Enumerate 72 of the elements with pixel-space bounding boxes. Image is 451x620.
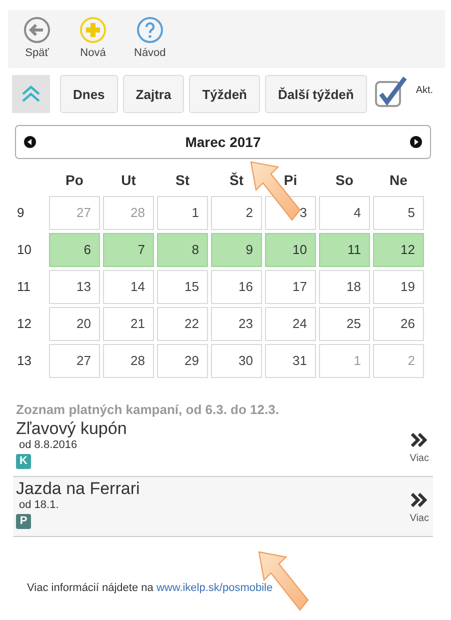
- section-heading: Zoznam platných kampaní, od 6.3. do 12.3.: [16, 402, 280, 417]
- double-chevron-up-icon: [21, 85, 41, 103]
- day-cell[interactable]: 21: [103, 307, 154, 341]
- more-link[interactable]: Viac: [410, 513, 429, 524]
- day-cell[interactable]: 16: [211, 270, 262, 304]
- day-cell[interactable]: 25: [319, 307, 370, 341]
- weekday-label: Ut: [120, 171, 137, 190]
- month-title: Marec 2017: [185, 134, 261, 150]
- back-button[interactable]: Späť: [20, 10, 54, 68]
- date-range-button[interactable]: Dnes: [60, 75, 118, 113]
- day-cell[interactable]: 17: [265, 270, 316, 304]
- day-cell[interactable]: 19: [373, 270, 424, 304]
- footer-text: Viac informácií nájdete na www.ikelp.sk/posmobile: [27, 582, 273, 594]
- day-cell[interactable]: 9: [211, 233, 262, 267]
- day-cell[interactable]: 27: [49, 344, 100, 378]
- week-number: 12: [16, 315, 32, 333]
- day-cell[interactable]: 10: [265, 233, 316, 267]
- type-badge: P: [16, 514, 31, 529]
- week-number: 11: [16, 278, 32, 296]
- day-cell[interactable]: 4: [319, 196, 370, 230]
- day-cell[interactable]: 31: [265, 344, 316, 378]
- previous-month-icon[interactable]: [24, 136, 36, 148]
- campaign-title: Zľavový kupón: [16, 419, 127, 439]
- date-range-button[interactable]: Ďalší týždeň: [265, 75, 367, 113]
- day-cell[interactable]: 18: [319, 270, 370, 304]
- campaign-validity: od 18.1.: [19, 499, 59, 511]
- date-range-button[interactable]: Týždeň: [189, 75, 260, 113]
- day-cell[interactable]: 14: [103, 270, 154, 304]
- weekday-label: Po: [64, 171, 84, 190]
- day-cell[interactable]: 8: [157, 233, 208, 267]
- day-cell[interactable]: 23: [211, 307, 262, 341]
- day-cell[interactable]: 15: [157, 270, 208, 304]
- weekday-label: Pi: [282, 171, 298, 190]
- new-button[interactable]: Nová: [76, 10, 110, 68]
- week-number: 9: [16, 204, 26, 222]
- checkbox-label: Akt.: [416, 85, 434, 96]
- day-cell[interactable]: 28: [103, 344, 154, 378]
- active-checkbox[interactable]: [374, 75, 407, 107]
- help-button[interactable]: Návod: [132, 10, 168, 68]
- day-cell[interactable]: 26: [373, 307, 424, 341]
- day-cell[interactable]: 13: [49, 270, 100, 304]
- next-month-icon[interactable]: [410, 136, 422, 148]
- day-cell[interactable]: 6: [49, 233, 100, 267]
- day-cell[interactable]: 7: [103, 233, 154, 267]
- campaign-row[interactable]: Jazda na Ferrari od 18.1. P Viac: [13, 477, 433, 537]
- week-number: 13: [16, 352, 32, 370]
- weekday-label: Št: [228, 171, 244, 190]
- back-icon: [23, 16, 51, 44]
- day-cell[interactable]: 12: [373, 233, 424, 267]
- campaign-title: Jazda na Ferrari: [16, 479, 140, 499]
- type-badge: K: [16, 454, 31, 469]
- website-link[interactable]: www.ikelp.sk/posmobile: [156, 582, 273, 594]
- more-link[interactable]: Viac: [410, 453, 429, 464]
- weekday-label: Ne: [388, 171, 408, 190]
- day-cell[interactable]: 2: [211, 196, 262, 230]
- campaign-validity: od 8.8.2016: [19, 439, 78, 451]
- day-cell[interactable]: 20: [49, 307, 100, 341]
- day-cell[interactable]: 30: [211, 344, 262, 378]
- day-cell[interactable]: 24: [265, 307, 316, 341]
- weekday-label: So: [334, 171, 354, 190]
- day-cell[interactable]: 1: [157, 196, 208, 230]
- chevron-icon[interactable]: [411, 493, 428, 507]
- day-cell[interactable]: 29: [157, 344, 208, 378]
- weekday-label: St: [174, 171, 190, 190]
- date-range-button[interactable]: Zajtra: [122, 75, 184, 113]
- help-icon: [136, 16, 164, 44]
- day-cell[interactable]: 5: [373, 196, 424, 230]
- chevron-icon[interactable]: [411, 433, 428, 447]
- plus-icon: [79, 16, 107, 44]
- day-cell[interactable]: 11: [319, 233, 370, 267]
- day-cell[interactable]: 22: [157, 307, 208, 341]
- week-number: 10: [16, 241, 32, 259]
